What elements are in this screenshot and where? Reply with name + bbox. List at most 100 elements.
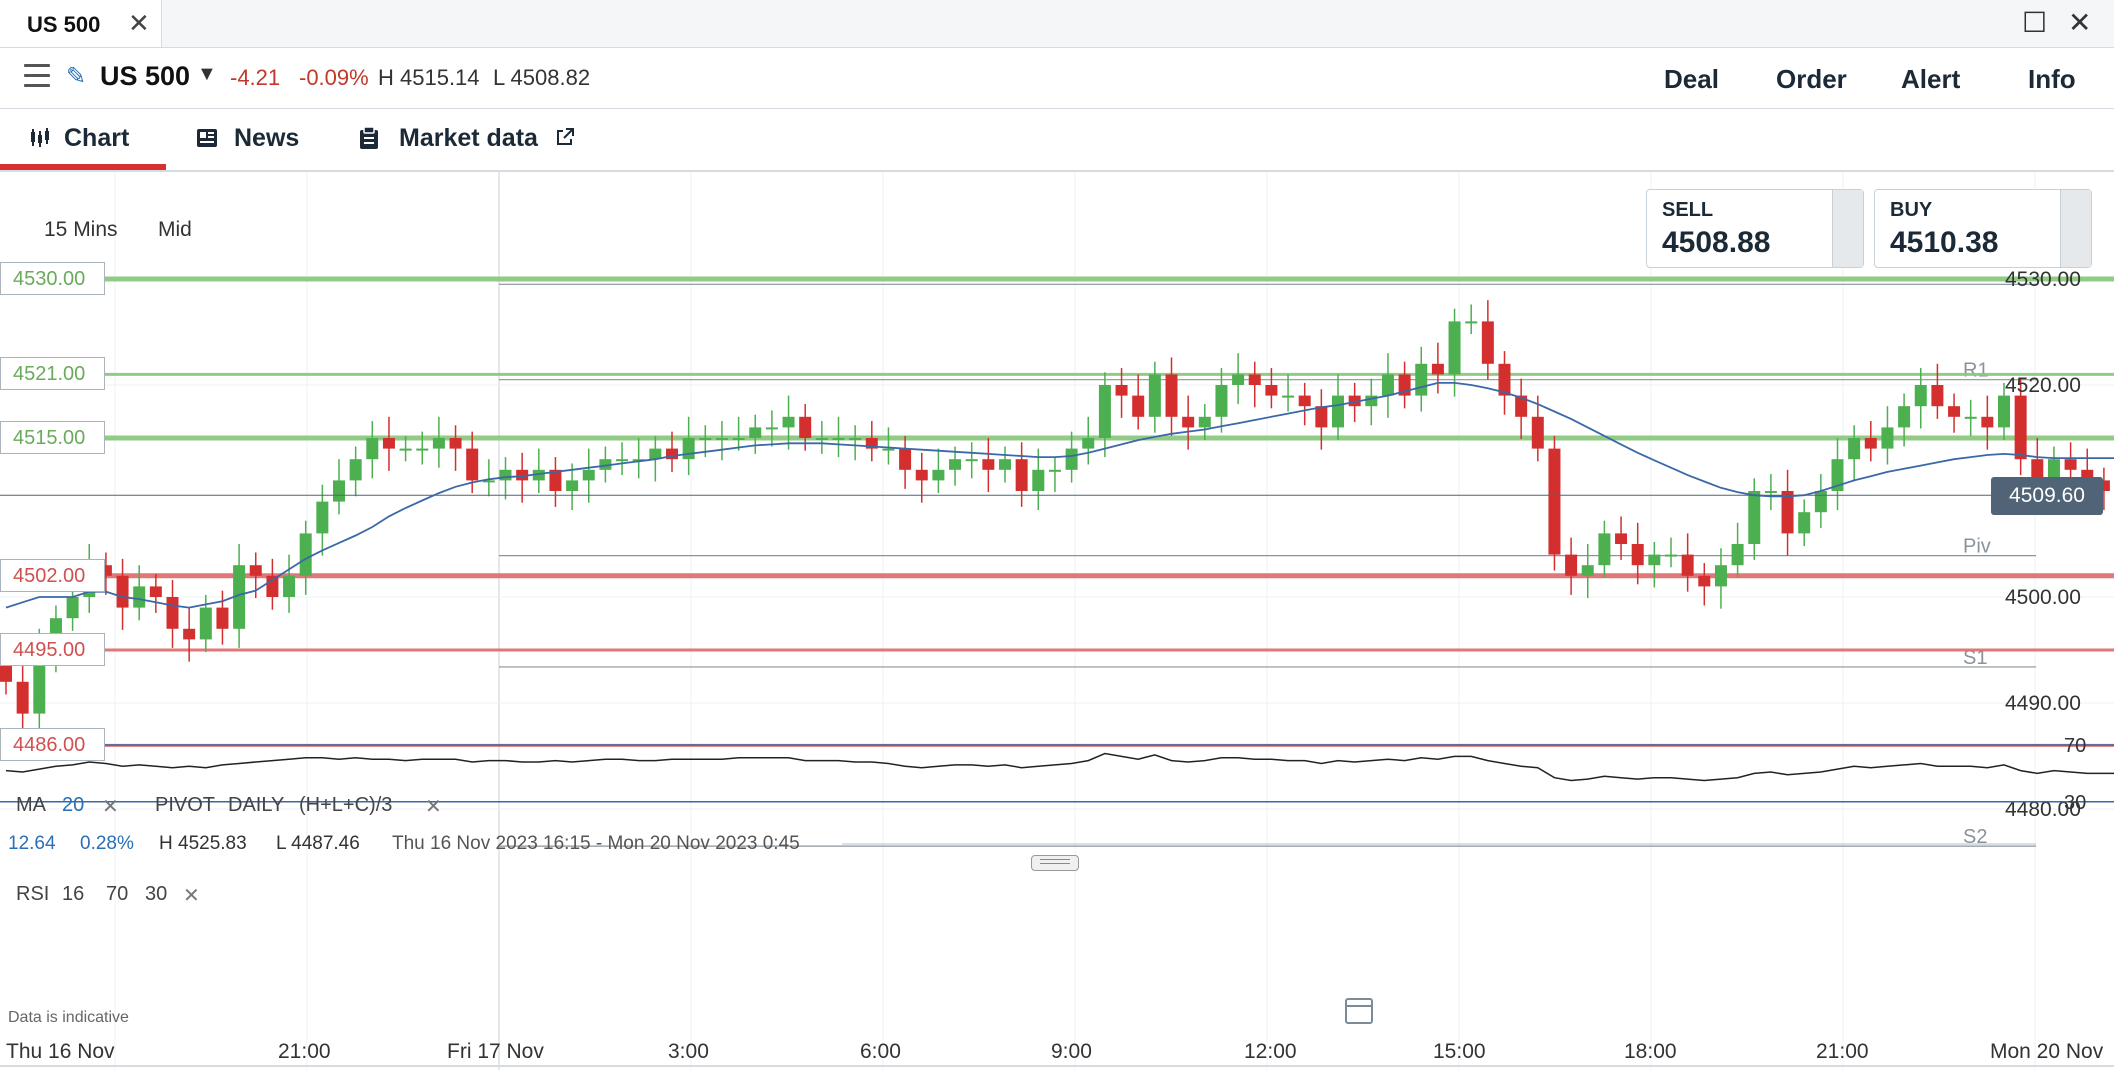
candle[interactable] <box>1814 491 1827 513</box>
candle[interactable] <box>1565 554 1578 576</box>
pivot-period[interactable]: DAILY <box>228 794 284 817</box>
candle[interactable] <box>1332 395 1344 428</box>
candle[interactable] <box>199 607 212 640</box>
candle[interactable] <box>316 501 329 534</box>
candle[interactable] <box>133 586 146 608</box>
candle[interactable] <box>1531 416 1544 449</box>
candle[interactable] <box>1665 554 1677 557</box>
candle[interactable] <box>1948 406 1961 417</box>
candle[interactable] <box>1864 438 1877 449</box>
candle[interactable] <box>1964 416 1977 419</box>
close-icon[interactable]: ✕ <box>128 8 150 39</box>
candle[interactable] <box>1182 416 1195 428</box>
level-tag[interactable]: 4530.00 <box>0 262 105 295</box>
candle[interactable] <box>1981 416 1994 428</box>
candle[interactable] <box>249 565 262 576</box>
level-tag[interactable]: 4495.00 <box>0 633 105 666</box>
candle[interactable] <box>1198 416 1211 428</box>
order-button[interactable]: Order <box>1776 64 1847 95</box>
candle[interactable] <box>1681 554 1694 576</box>
candle[interactable] <box>849 438 862 440</box>
tab-market-data[interactable]: Market data <box>399 124 538 153</box>
alert-button[interactable]: Alert <box>1901 64 1960 95</box>
candle[interactable] <box>1631 544 1644 566</box>
candle[interactable] <box>1381 374 1394 396</box>
pane-resize-handle[interactable] <box>1031 855 1079 871</box>
candle[interactable] <box>915 469 928 481</box>
candle[interactable] <box>1548 448 1561 555</box>
candle[interactable] <box>1881 427 1894 449</box>
candle[interactable] <box>1065 448 1078 470</box>
candle[interactable] <box>1581 565 1594 576</box>
candle[interactable] <box>333 480 345 502</box>
candle[interactable] <box>1265 385 1278 396</box>
candle[interactable] <box>416 448 429 451</box>
calendar-icon[interactable] <box>1345 998 1373 1024</box>
candle[interactable] <box>566 480 579 491</box>
candle[interactable] <box>782 416 795 428</box>
candle[interactable] <box>949 459 962 470</box>
candle[interactable] <box>1048 469 1061 472</box>
remove-pivot-icon[interactable]: ✕ <box>425 794 442 819</box>
candle[interactable] <box>116 575 129 608</box>
market-name[interactable]: US 500 <box>100 61 190 92</box>
candle[interactable] <box>1315 406 1328 428</box>
candle[interactable] <box>982 459 995 470</box>
tab-news[interactable]: News <box>234 124 299 153</box>
candle[interactable] <box>1448 321 1461 375</box>
candle[interactable] <box>1298 395 1311 407</box>
candle[interactable] <box>216 607 229 629</box>
candle[interactable] <box>765 427 778 430</box>
rsi-upper[interactable]: 70 <box>106 883 128 906</box>
candle[interactable] <box>1032 469 1045 491</box>
candle[interactable] <box>382 438 395 449</box>
candle[interactable] <box>183 628 196 640</box>
candle[interactable] <box>1115 385 1128 396</box>
level-tag[interactable]: 4486.00 <box>0 728 105 762</box>
remove-rsi-icon[interactable]: ✕ <box>183 883 200 908</box>
candle[interactable] <box>1598 533 1611 566</box>
candle[interactable] <box>2064 459 2077 470</box>
ma-period[interactable]: 20 <box>62 794 84 817</box>
candle[interactable] <box>2014 395 2027 460</box>
candle[interactable] <box>732 438 745 440</box>
candle[interactable] <box>1465 321 1478 324</box>
chevron-down-icon[interactable]: ▼ <box>197 63 217 86</box>
candle[interactable] <box>682 438 695 460</box>
candle[interactable] <box>616 459 629 462</box>
candle[interactable] <box>799 416 812 438</box>
rsi-lower[interactable]: 30 <box>145 883 167 906</box>
candle[interactable] <box>1914 385 1927 407</box>
candle[interactable] <box>1998 395 2010 428</box>
candle[interactable] <box>0 665 12 682</box>
candle[interactable] <box>432 438 445 449</box>
candle[interactable] <box>499 469 512 481</box>
candle[interactable] <box>1098 385 1111 438</box>
candle[interactable] <box>715 438 728 440</box>
candle[interactable] <box>1731 544 1744 566</box>
price-chart[interactable]: R1PivS1S24530.004520.004500.004490.00448… <box>0 171 2114 1070</box>
window-close-icon[interactable]: ✕ <box>2068 6 2091 39</box>
candle[interactable] <box>1698 575 1711 587</box>
candle[interactable] <box>16 681 29 714</box>
candle[interactable] <box>1798 512 1811 534</box>
candle[interactable] <box>1431 363 1444 375</box>
candle[interactable] <box>1232 374 1245 385</box>
deal-button[interactable]: Deal <box>1664 64 1719 95</box>
candle[interactable] <box>882 448 895 451</box>
candle[interactable] <box>999 459 1011 470</box>
candle[interactable] <box>1415 363 1428 396</box>
level-tag[interactable]: 4502.00 <box>0 558 105 592</box>
candle[interactable] <box>66 597 79 619</box>
candle[interactable] <box>1648 554 1661 566</box>
candle[interactable] <box>582 469 595 481</box>
candle[interactable] <box>1781 491 1794 534</box>
candle[interactable] <box>1165 374 1178 417</box>
candle[interactable] <box>1848 438 1861 460</box>
candle[interactable] <box>366 438 379 460</box>
candle[interactable] <box>1082 438 1095 449</box>
candle[interactable] <box>932 469 945 481</box>
candle[interactable] <box>1764 491 1777 493</box>
candle[interactable] <box>1714 565 1727 587</box>
tab-us500[interactable]: US 500 ✕ <box>0 0 162 47</box>
